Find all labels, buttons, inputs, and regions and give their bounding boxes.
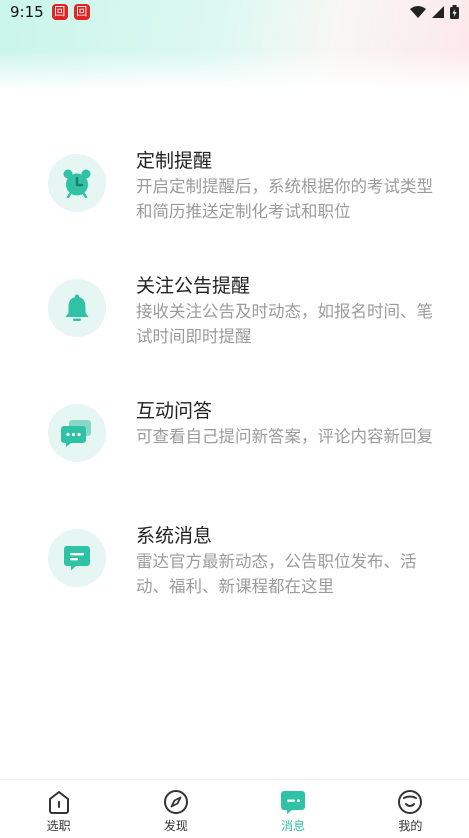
notification-badge: 回 bbox=[51, 4, 68, 20]
notification-badge: 回 bbox=[73, 4, 90, 20]
item-description: 可查看自己提问新答案，评论内容新回复 bbox=[136, 427, 433, 446]
bottom-tab-bar: 选职 发现 消息 我的 bbox=[0, 779, 469, 838]
list-item-qa[interactable]: 互动问答 可查看自己提问新答案，评论内容新回复 bbox=[0, 390, 469, 490]
compass-icon bbox=[163, 790, 188, 814]
list-item-announcement-reminder[interactable]: 关注公告提醒 接收关注公告及时动态，如报名时间、笔试时间即时提醒 bbox=[0, 265, 469, 365]
item-description: 雷达官方最新动态，公告职位发布、活动、福利、新课程都在这里 bbox=[136, 552, 417, 596]
profile-icon bbox=[398, 790, 423, 814]
tab-label: 发现 bbox=[163, 819, 188, 833]
tab-profile[interactable]: 我的 bbox=[352, 780, 469, 838]
item-description: 接收关注公告及时动态，如报名时间、笔试时间即时提醒 bbox=[136, 302, 433, 346]
tab-label: 我的 bbox=[398, 819, 423, 833]
home-icon bbox=[48, 791, 69, 814]
alarm-clock-icon bbox=[48, 154, 106, 212]
list-item-custom-reminder[interactable]: 定制提醒 开启定制提醒后，系统根据你的考试类型和简历推送定制化考试和职位 bbox=[0, 140, 469, 240]
tab-messages[interactable]: 消息 bbox=[235, 780, 352, 838]
signal-icon bbox=[432, 6, 444, 18]
status-icons bbox=[410, 5, 459, 19]
wifi-icon bbox=[410, 6, 426, 18]
item-title: 关注公告提醒 bbox=[136, 275, 251, 297]
message-icon bbox=[281, 791, 306, 814]
message-icon bbox=[48, 529, 106, 587]
item-description: 开启定制提醒后，系统根据你的考试类型和简历推送定制化考试和职位 bbox=[136, 177, 433, 221]
status-bar: 9:15 回 回 bbox=[0, 0, 469, 24]
battery-icon bbox=[450, 5, 459, 19]
tab-label: 消息 bbox=[281, 819, 306, 833]
tab-jobs[interactable]: 选职 bbox=[0, 780, 117, 838]
status-time: 9:15 bbox=[10, 3, 44, 21]
tab-label: 选职 bbox=[46, 819, 71, 833]
bell-icon bbox=[48, 279, 106, 337]
item-title: 定制提醒 bbox=[136, 150, 213, 172]
list-item-system-message[interactable]: 系统消息 雷达官方最新动态，公告职位发布、活动、福利、新课程都在这里 bbox=[0, 515, 469, 615]
chat-bubbles-icon bbox=[48, 404, 106, 462]
tab-discover[interactable]: 发现 bbox=[117, 780, 234, 838]
item-title: 系统消息 bbox=[136, 525, 213, 547]
item-title: 互动问答 bbox=[136, 400, 213, 422]
